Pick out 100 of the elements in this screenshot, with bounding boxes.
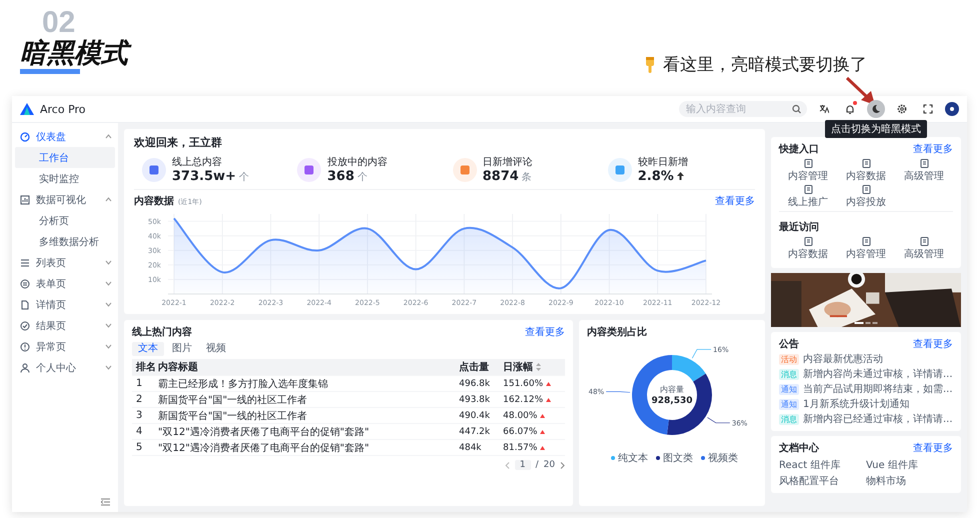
table-cell-text: 新国货平台"国"一线的社区工作者 [158, 394, 308, 406]
shortcut-item[interactable]: 内容投放 [837, 185, 895, 209]
menu-item[interactable]: 仪表盘 [12, 126, 118, 147]
submenu-item[interactable]: 分析页 [15, 210, 115, 231]
notice-tag: 消息 [779, 368, 799, 380]
stat-icon [452, 158, 476, 182]
notice-tag: 通知 [779, 398, 799, 410]
table-cell: 81.57% [503, 442, 538, 452]
doc-link[interactable]: React 组件库 [779, 458, 866, 472]
app-name: Arco Pro [40, 102, 86, 116]
menu-item[interactable]: 结果页 [12, 315, 118, 336]
gauge-icon [20, 132, 30, 142]
stat-icon [297, 158, 322, 182]
form-icon [20, 278, 30, 288]
notice-text[interactable]: 当前产品试用期即将结束，如需... [803, 382, 953, 396]
collapse-icon[interactable] [101, 498, 110, 506]
fullscreen-icon [923, 104, 933, 114]
column-header[interactable]: 日涨幅 [503, 360, 533, 374]
shortcut-item[interactable]: 内容管理 [779, 159, 837, 183]
stat-label: 投放中的内容 [327, 156, 388, 169]
avatar[interactable] [945, 102, 959, 116]
sort-icon[interactable] [536, 363, 541, 371]
table-cell-text: 493.8k [459, 394, 491, 404]
table-cell-text: 490.4k [459, 410, 491, 420]
legend-dot [656, 456, 660, 460]
view-more-link[interactable]: 查看更多 [913, 337, 953, 351]
column-header: 排名 [134, 360, 157, 374]
donut-center-label: 内容量 [660, 385, 684, 394]
doc-link[interactable]: 物料市场 [866, 474, 953, 488]
welcome-title: 欢迎回来，王立群 [134, 135, 223, 150]
menu-item[interactable]: 列表页 [12, 252, 118, 273]
leader-line [692, 349, 712, 358]
submenu-item[interactable]: 实时监控 [15, 168, 115, 189]
menu-item[interactable]: 个人中心 [12, 357, 118, 378]
table-cell-text: "双12"遇冷消费者厌倦了电商平台的促销"套路" [158, 426, 370, 438]
tab[interactable]: 文本 [132, 342, 164, 356]
page-input[interactable]: 1 [514, 460, 530, 470]
legend-label: 图文类 [663, 452, 693, 465]
file-icon [20, 300, 30, 310]
stat-value: 373.5w+ [172, 169, 236, 184]
view-more-link[interactable]: 查看更多 [913, 441, 953, 455]
file-icon [920, 237, 928, 246]
search-icon [792, 104, 801, 114]
shortcut-item[interactable]: 内容数据 [837, 159, 895, 183]
stat-icon [142, 158, 166, 182]
table-cell-text: 484k [459, 442, 482, 452]
doc-link[interactable]: 风格配置平台 [779, 474, 866, 488]
previous-icon[interactable] [504, 462, 510, 468]
notice-text[interactable]: 内容最新优惠活动 [803, 352, 883, 366]
next-icon[interactable] [560, 462, 565, 468]
notice-tag: 通知 [779, 384, 799, 394]
notice-text[interactable]: 新增内容尚未通过审核，详情请... [803, 367, 953, 381]
check-icon [20, 320, 30, 330]
table-cell-text: 4 [135, 426, 144, 437]
tab[interactable]: 视频 [200, 342, 232, 356]
highlight-bar [20, 69, 80, 74]
menu-item[interactable]: 详情页 [12, 294, 118, 315]
table-cell-text: 447.2k [459, 426, 491, 436]
file-icon [862, 185, 870, 194]
shortcut-item[interactable]: 线上推广 [779, 185, 837, 209]
settings-icon [897, 104, 907, 114]
recent-item[interactable]: 内容数据 [779, 237, 837, 261]
recent-item[interactable]: 内容管理 [837, 237, 895, 261]
search-field[interactable]: 输入内容查询 [679, 101, 807, 117]
page-separator: / [536, 460, 539, 470]
stat-label: 日新增评论 [482, 156, 532, 169]
menu-item[interactable]: 数据可视化 [12, 189, 118, 210]
table-cell-text: 霸主已经形成！多方打脸入选年度集锦 [158, 378, 329, 390]
table-cell-text: 新国货平台"国"一线的社区工作者 [158, 410, 308, 422]
notice-tag: 活动 [779, 354, 799, 364]
theme-toggle-button[interactable] [867, 100, 885, 118]
translate-icon [819, 104, 829, 114]
notice-text[interactable]: 新增内容已经通过审核，详情请... [803, 412, 953, 426]
file-icon [804, 159, 812, 168]
view-more-link[interactable]: 查看更多 [525, 325, 565, 339]
table-cell: 66.07% [503, 426, 538, 436]
tab[interactable]: 图片 [166, 342, 198, 356]
donut-center-value: 928,530 [652, 396, 692, 406]
view-more-link[interactable]: 查看更多 [715, 194, 755, 208]
doc-link[interactable]: Vue 组件库 [866, 458, 953, 472]
table-cell-text: 2 [135, 394, 144, 405]
menu-item[interactable]: 异常页 [12, 336, 118, 357]
submenu-item[interactable]: 工作台 [15, 147, 115, 168]
notice-text[interactable]: 1月新系统升级计划通知 [803, 397, 910, 411]
recent-item[interactable]: 高级管理 [895, 237, 953, 261]
shortcut-item[interactable]: 高级管理 [895, 159, 953, 183]
menu-item[interactable]: 表单页 [12, 273, 118, 294]
submenu-item[interactable]: 多维数据分析 [15, 231, 115, 252]
card-title: 内容类别占比 [587, 325, 648, 339]
stat-unit: 条 [522, 171, 532, 184]
stat-unit: 个 [357, 171, 368, 184]
view-more-link[interactable]: 查看更多 [913, 142, 953, 156]
moon-icon [871, 104, 881, 114]
column-header: 内容标题 [158, 360, 199, 374]
column-header: 点击量 [459, 360, 490, 374]
page-total: 20 [544, 460, 555, 470]
leader-line [606, 391, 630, 393]
section-number: 02 [42, 8, 76, 38]
card-title: 线上热门内容 [132, 325, 192, 339]
legend-dot [611, 456, 615, 460]
